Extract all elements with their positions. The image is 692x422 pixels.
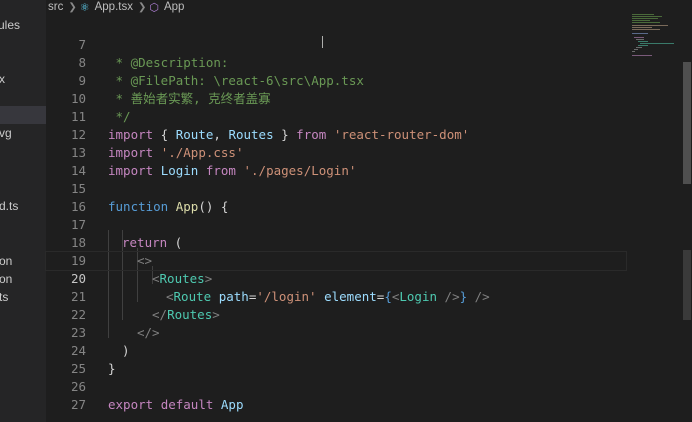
minimap-line — [632, 55, 652, 56]
code-line: 8 * @FilePath: \react-6\src\App.tsx — [46, 36, 626, 88]
minimap-line — [634, 37, 644, 38]
code-line: 26 export default App — [46, 360, 626, 412]
minimap-line — [636, 47, 642, 48]
minimap-line — [638, 45, 648, 46]
code-line: 15 function App() { — [46, 162, 626, 214]
code-text: export default App — [108, 396, 243, 414]
code-line: 23 ) — [46, 306, 626, 358]
code-line: 7 * @Description: — [46, 18, 626, 70]
minimap-line — [632, 51, 635, 52]
explorer-item[interactable]: ules — [0, 16, 20, 34]
keyword: export — [108, 397, 154, 412]
minimap[interactable] — [626, 0, 682, 422]
code-line: 22 </> — [46, 288, 626, 340]
breadcrumb-symbol[interactable]: App — [164, 1, 184, 13]
code-line: 24 } — [46, 324, 626, 376]
react-icon: ⚛ — [79, 1, 90, 14]
minimap-line — [632, 25, 668, 26]
code-line: 27 — [46, 378, 626, 412]
code-editor[interactable]: 7 * @Description: 8 * @FilePath: \react-… — [45, 14, 627, 422]
line-number: 27 — [70, 397, 86, 412]
identifier: App — [220, 397, 244, 412]
minimap-line — [632, 22, 660, 23]
minimap-line — [634, 49, 638, 50]
minimap-line — [632, 16, 662, 17]
chevron-right-icon: ❯ — [137, 1, 147, 13]
minimap-line — [640, 43, 674, 44]
code-line: 17 return ( — [46, 198, 626, 250]
scrollbar-thumb[interactable] — [683, 62, 691, 184]
explorer-item-selected[interactable] — [0, 106, 46, 124]
code-line: 21 </Routes> — [46, 270, 626, 322]
chevron-right-icon: ❯ — [68, 1, 77, 13]
code-line: 14 — [46, 144, 626, 178]
minimap-line — [638, 41, 648, 42]
minimap-line — [632, 29, 660, 30]
cube-icon: ⬡ — [149, 1, 159, 14]
explorer-item[interactable]: ts — [0, 288, 8, 306]
breadcrumb: src ❯ ⚛ App.tsx ❯ ⬡ App — [46, 0, 186, 14]
breadcrumb-file[interactable]: App.tsx — [95, 1, 133, 13]
code-line: 19 <Routes> — [46, 234, 626, 286]
explorer-item[interactable]: on — [0, 270, 12, 288]
minimap-line — [632, 20, 650, 21]
text-cursor — [322, 36, 323, 48]
explorer-item[interactable]: x — [0, 70, 5, 88]
code-line: 18 <> — [46, 216, 626, 268]
code-line: 16 — [46, 180, 626, 214]
code-line: 12 import './App.css' — [46, 108, 626, 160]
scrollbar-track-shade — [683, 250, 691, 320]
code-line: 10 */ — [46, 72, 626, 124]
code-line: 25 — [46, 342, 626, 376]
breadcrumb-folder[interactable]: src — [48, 1, 63, 13]
minimap-line — [632, 33, 648, 34]
explorer-item[interactable]: d.ts — [0, 197, 18, 215]
punct — [153, 397, 161, 412]
minimap-line — [636, 39, 644, 40]
explorer-item[interactable]: vg — [0, 124, 12, 142]
minimap-line — [632, 18, 658, 19]
editor-window: ules x vg d.ts on on ts src ❯ ⚛ App.tsx … — [0, 0, 692, 422]
explorer-sidebar: ules x vg d.ts on on ts — [0, 0, 46, 422]
minimap-line — [632, 14, 654, 15]
code-line: 9 * 善始者实繁, 克终者盖寡 — [46, 54, 626, 106]
code-line: 11 import { Route, Routes } from 'react-… — [46, 90, 626, 142]
code-line: 13 import Login from './pages/Login' — [46, 126, 626, 178]
explorer-item[interactable]: on — [0, 252, 12, 270]
punct — [213, 397, 221, 412]
keyword: default — [160, 397, 214, 412]
code-line-active: 20 <Route path='/login' element={<Login … — [45, 251, 627, 304]
minimap-line — [632, 27, 652, 28]
